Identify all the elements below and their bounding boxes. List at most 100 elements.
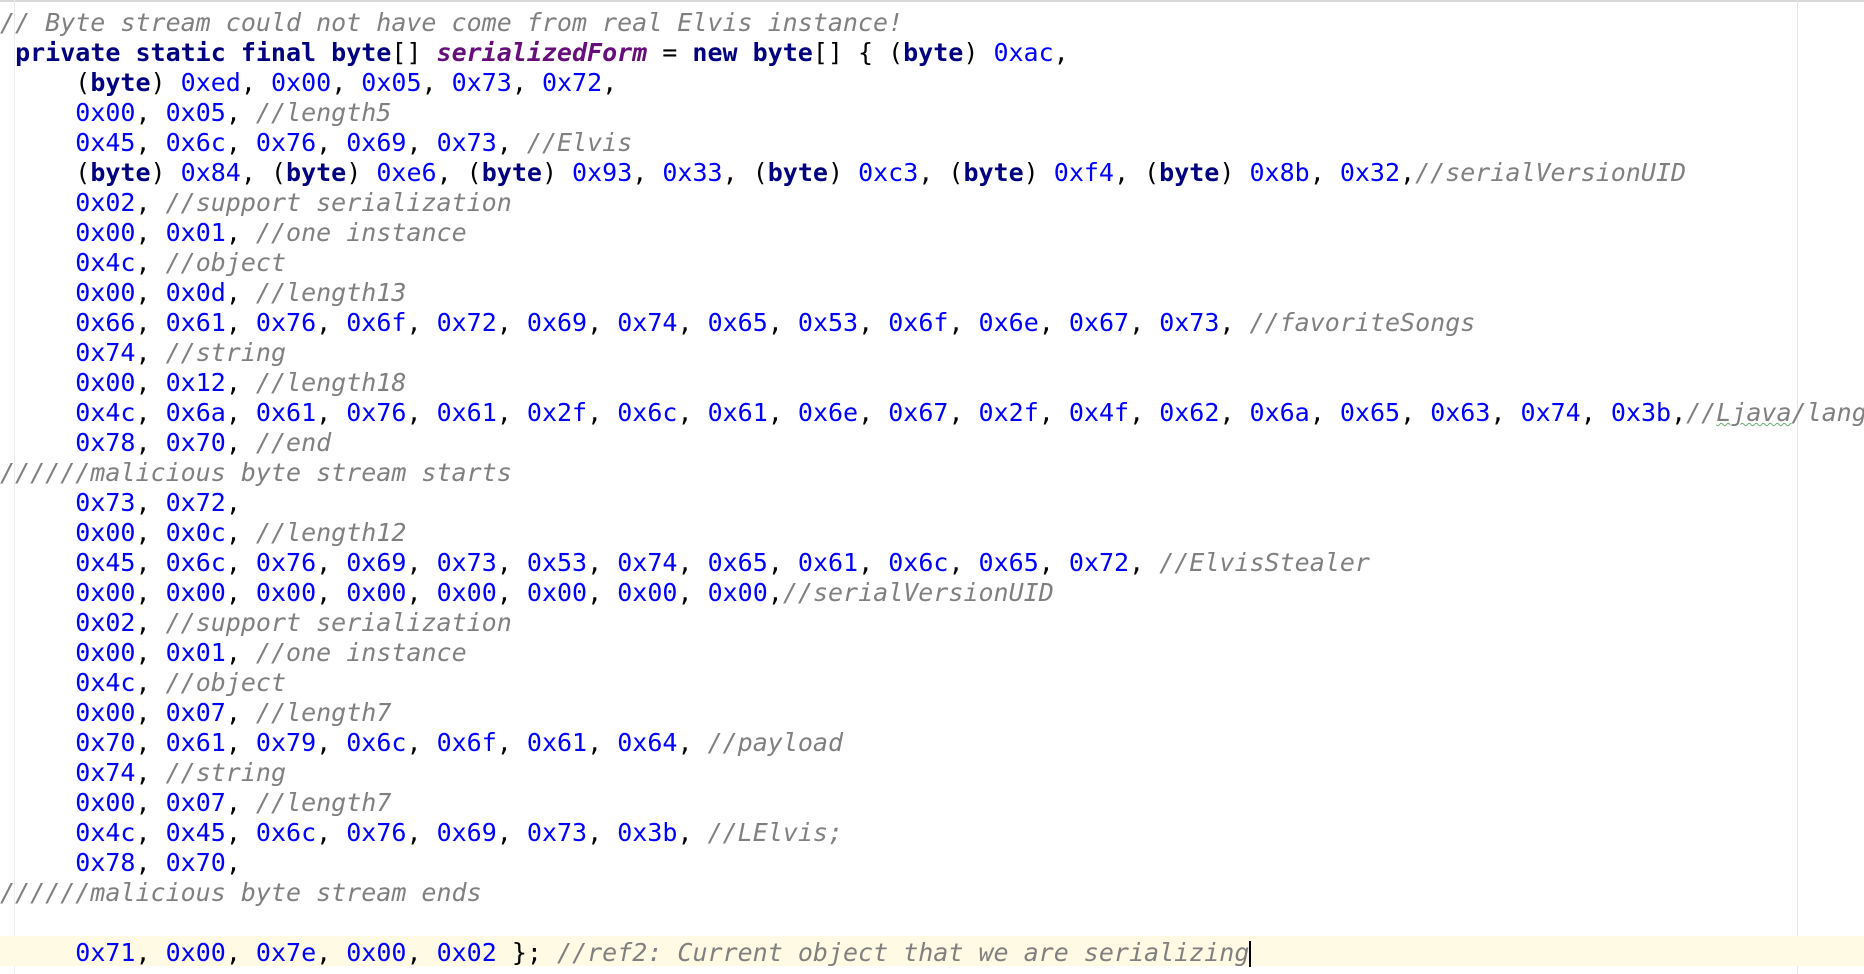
- punct-token: ,: [225, 98, 256, 127]
- keyword-token: byte: [1159, 158, 1220, 187]
- code-line[interactable]: 0x71, 0x00, 0x7e, 0x00, 0x02 }; //ref2: …: [0, 938, 1864, 968]
- number-token: 0x76: [255, 308, 317, 337]
- code-line[interactable]: 0x45, 0x6c, 0x76, 0x69, 0x73, //Elvis: [0, 128, 1864, 158]
- code-line[interactable]: 0x02, //support serialization: [0, 188, 1864, 218]
- punct-token: ,: [767, 548, 798, 577]
- number-token: 0x00: [346, 938, 407, 967]
- code-line[interactable]: [0, 908, 1864, 938]
- punct-token: ,: [225, 578, 256, 607]
- code-line[interactable]: 0x00, 0x12, //length18: [0, 368, 1864, 398]
- punct-token: ,: [225, 218, 256, 247]
- punct-token: [0, 758, 75, 787]
- number-token: 0x0d: [165, 278, 226, 307]
- code-line[interactable]: 0x00, 0x07, //length7: [0, 788, 1864, 818]
- punct-token: ,: [135, 308, 166, 337]
- number-token: 0x45: [75, 128, 136, 157]
- punct-token: ,: [948, 308, 979, 337]
- punct-token: [0, 128, 75, 157]
- punct-token: [0, 728, 75, 757]
- punct-token: , (: [1114, 158, 1160, 187]
- number-token: 0x6e: [797, 398, 859, 427]
- number-token: 0x00: [617, 578, 678, 607]
- number-token: 0x71: [75, 938, 136, 967]
- code-line[interactable]: 0x4c, 0x6a, 0x61, 0x76, 0x61, 0x2f, 0x6c…: [0, 398, 1864, 428]
- code-line[interactable]: 0x78, 0x70,: [0, 848, 1864, 878]
- code-line[interactable]: (byte) 0xed, 0x00, 0x05, 0x73, 0x72,: [0, 68, 1864, 98]
- code-line[interactable]: 0x00, 0x07, //length7: [0, 698, 1864, 728]
- punct-token: ,: [587, 728, 618, 757]
- code-line[interactable]: 0x00, 0x0c, //length12: [0, 518, 1864, 548]
- code-line[interactable]: //////malicious byte stream starts: [0, 458, 1864, 488]
- punct-token: ,: [1038, 398, 1069, 427]
- number-token: 0x93: [572, 158, 633, 187]
- punct-token: ,: [587, 818, 618, 847]
- code-line[interactable]: //////malicious byte stream ends: [0, 878, 1864, 908]
- number-token: 0x61: [165, 308, 226, 337]
- number-token: 0x6c: [888, 548, 949, 577]
- code-line[interactable]: 0x00, 0x01, //one instance: [0, 218, 1864, 248]
- number-token: 0x63: [1430, 398, 1491, 427]
- keyword-token: byte: [963, 158, 1024, 187]
- number-token: 0x64: [617, 728, 678, 757]
- code-line[interactable]: 0x00, 0x00, 0x00, 0x00, 0x00, 0x00, 0x00…: [0, 578, 1864, 608]
- code-line[interactable]: 0x4c, 0x45, 0x6c, 0x76, 0x69, 0x73, 0x3b…: [0, 818, 1864, 848]
- punct-token: [0, 38, 15, 67]
- punct-token: ,: [406, 398, 437, 427]
- punct-token: ,: [858, 398, 889, 427]
- number-token: 0x61: [165, 728, 226, 757]
- punct-token: ,: [948, 548, 979, 577]
- code-line[interactable]: 0x45, 0x6c, 0x76, 0x69, 0x73, 0x53, 0x74…: [0, 548, 1864, 578]
- code-line[interactable]: 0x4c, //object: [0, 248, 1864, 278]
- number-token: 0x72: [165, 488, 226, 517]
- punct-token: ,: [135, 98, 166, 127]
- code-editor[interactable]: // Byte stream could not have come from …: [0, 0, 1864, 974]
- code-line[interactable]: private static final byte[] serializedFo…: [0, 38, 1864, 68]
- comment-token: //string: [165, 338, 287, 367]
- number-token: 0x67: [888, 398, 949, 427]
- code-line[interactable]: (byte) 0x84, (byte) 0xe6, (byte) 0x93, 0…: [0, 158, 1864, 188]
- code-line[interactable]: 0x73, 0x72,: [0, 488, 1864, 518]
- number-token: 0x00: [346, 578, 407, 607]
- code-line[interactable]: 0x78, 0x70, //end: [0, 428, 1864, 458]
- number-token: 0x76: [346, 818, 407, 847]
- punct-token: [0, 548, 75, 577]
- punct-token: ,: [858, 308, 889, 337]
- code-line[interactable]: 0x00, 0x0d, //length13: [0, 278, 1864, 308]
- comment-token: //ElvisStealer: [1159, 548, 1370, 577]
- punct-token: };: [496, 938, 558, 967]
- punct-token: (: [0, 68, 91, 97]
- field-token: serializedForm: [436, 38, 648, 67]
- punct-token: ,: [225, 308, 256, 337]
- punct-token: ,: [1400, 158, 1416, 187]
- punct-token: ,: [225, 278, 256, 307]
- number-token: 0x00: [165, 938, 226, 967]
- code-line[interactable]: 0x74, //string: [0, 338, 1864, 368]
- punct-token: ,: [677, 578, 708, 607]
- number-token: 0x53: [797, 308, 859, 337]
- punct-token: ,: [225, 428, 256, 457]
- punct-token: ,: [1053, 38, 1069, 67]
- punct-token: ,: [858, 548, 889, 577]
- comment-token: //one instance: [255, 638, 467, 667]
- code-line[interactable]: // Byte stream could not have come from …: [0, 8, 1864, 38]
- code-line[interactable]: 0x00, 0x05, //length5: [0, 98, 1864, 128]
- punct-token: [0, 398, 75, 427]
- punct-token: ,: [135, 428, 166, 457]
- comment-token: /lang/Object;: [1791, 398, 1864, 427]
- code-line[interactable]: 0x00, 0x01, //one instance: [0, 638, 1864, 668]
- keyword-token: byte: [903, 38, 964, 67]
- punct-token: ,: [511, 68, 542, 97]
- code-line[interactable]: 0x4c, //object: [0, 668, 1864, 698]
- code-line[interactable]: 0x02, //support serialization: [0, 608, 1864, 638]
- punct-token: ,: [496, 308, 527, 337]
- number-token: 0x05: [361, 68, 422, 97]
- code-line[interactable]: 0x70, 0x61, 0x79, 0x6c, 0x6f, 0x61, 0x64…: [0, 728, 1864, 758]
- comment-token: //one instance: [255, 218, 467, 247]
- code-line[interactable]: 0x66, 0x61, 0x76, 0x6f, 0x72, 0x69, 0x74…: [0, 308, 1864, 338]
- number-token: 0x6e: [978, 308, 1039, 337]
- punct-token: ,: [677, 818, 708, 847]
- code-lines[interactable]: // Byte stream could not have come from …: [0, 8, 1864, 968]
- punct-token: ): [827, 158, 859, 187]
- code-line[interactable]: 0x74, //string: [0, 758, 1864, 788]
- comment-token: //object: [165, 248, 287, 277]
